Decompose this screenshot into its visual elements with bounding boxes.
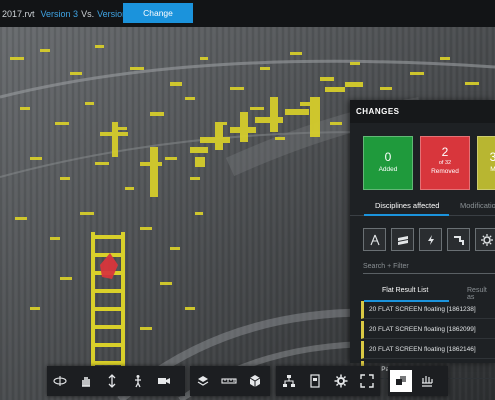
panel-tabs: Disciplines affected Modificatio	[350, 197, 495, 216]
architecture-icon[interactable]	[363, 228, 386, 251]
tab-flat-result-list[interactable]: Flat Result List	[382, 287, 428, 294]
model-tree-icon[interactable]	[276, 366, 302, 396]
tab-modifications[interactable]: Modificatio	[460, 201, 495, 210]
vs-label: Vs.	[81, 8, 95, 19]
list-item[interactable]: 20 FLAT SCREEN floating [1862099]	[361, 321, 495, 339]
tools-toolbar	[190, 366, 270, 396]
added-tile[interactable]: 0 Added	[363, 136, 413, 190]
modified-count: 3	[489, 150, 495, 164]
cube-icon[interactable]	[242, 366, 268, 396]
view-toolbar	[276, 366, 380, 396]
layers-icon[interactable]	[414, 366, 440, 396]
panel-title: CHANGES	[350, 100, 495, 123]
active-tab-indicator	[364, 214, 449, 216]
fullscreen-icon[interactable]	[354, 366, 380, 396]
compare-icon[interactable]	[390, 370, 412, 392]
electrical-icon[interactable]	[419, 228, 442, 251]
file-name: 2017.rvt	[2, 8, 35, 19]
change-summary: 0 Added 2 of 32 Removed 3 M	[363, 136, 495, 190]
plumbing-icon[interactable]	[447, 228, 470, 251]
structure-icon[interactable]	[391, 228, 414, 251]
zoom-icon[interactable]	[99, 366, 125, 396]
modified-label: M	[490, 166, 495, 173]
discipline-filters	[363, 228, 495, 251]
removed-total: of 32	[438, 160, 452, 166]
pan-icon[interactable]	[73, 366, 99, 396]
version-a-link[interactable]: Version 3	[41, 9, 79, 19]
list-item[interactable]: 20 FLAT SCREEN floating [1861238]	[361, 301, 495, 319]
orbit-icon[interactable]	[47, 366, 73, 396]
mechanical-icon[interactable]	[475, 228, 495, 251]
camera-icon[interactable]	[151, 366, 177, 396]
changes-panel: CHANGES 0 Added 2 of 32 Removed 3 M Disc…	[350, 100, 495, 379]
removed-count: 2	[441, 145, 449, 159]
change-button[interactable]: Change	[123, 3, 193, 23]
removed-label: Removed	[431, 168, 459, 175]
measure-icon[interactable]	[216, 366, 242, 396]
settings-icon[interactable]	[328, 366, 354, 396]
tab-result-as[interactable]: Result as	[467, 287, 495, 301]
compare-toolbar	[388, 366, 448, 396]
modified-tile[interactable]: 3 M	[477, 136, 495, 190]
top-bar: 2017.rvt Version 3 Vs. Version 2 Change	[0, 0, 495, 27]
tab-disciplines[interactable]: Disciplines affected	[375, 201, 439, 210]
list-item[interactable]: 20 FLAT SCREEN floating [1862146]	[361, 341, 495, 359]
properties-icon[interactable]	[302, 366, 328, 396]
navigation-toolbar	[47, 366, 185, 396]
section-icon[interactable]	[190, 366, 216, 396]
result-tabs: Flat Result List Result as	[350, 283, 495, 302]
added-label: Added	[378, 166, 398, 173]
search-filter-input[interactable]: Search + Filter	[363, 262, 495, 274]
walk-icon[interactable]	[125, 366, 151, 396]
removed-tile[interactable]: 2 of 32 Removed	[420, 136, 470, 190]
added-count: 0	[384, 150, 392, 164]
